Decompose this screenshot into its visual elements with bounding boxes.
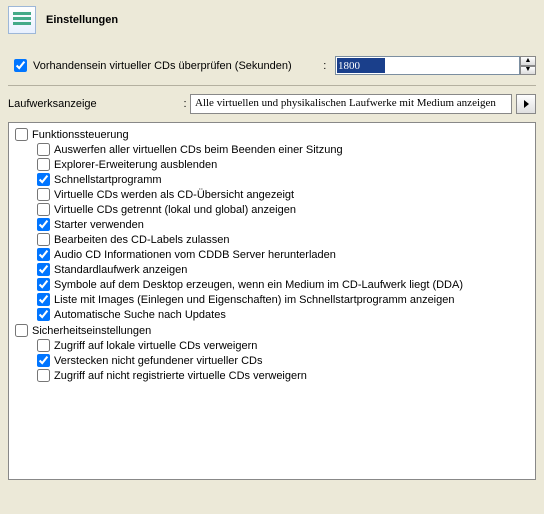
drive-display-combo[interactable]: Alle virtuellen und physikalischen Laufw… [190,94,512,114]
verify-row: Vorhandensein virtueller CDs überprüfen … [8,56,536,75]
tree-item[interactable]: Virtuelle CDs werden als CD-Übersicht an… [15,187,529,202]
item-checkbox[interactable] [37,263,50,276]
divider [8,85,536,86]
item-checkbox[interactable] [37,308,50,321]
item-checkbox[interactable] [37,248,50,261]
item-checkbox[interactable] [37,143,50,156]
tree-item[interactable]: Zugriff auf lokale virtuelle CDs verweig… [15,338,529,353]
drive-display-row: Laufwerksanzeige : Alle virtuellen und p… [8,94,536,114]
verify-seconds-input[interactable] [335,56,520,75]
tree-item[interactable]: Liste mit Images (Einlegen und Eigenscha… [15,292,529,307]
tree-item[interactable]: Audio CD Informationen vom CDDB Server h… [15,247,529,262]
drive-display-label: Laufwerksanzeige [8,98,180,110]
item-label: Standardlaufwerk anzeigen [54,264,187,276]
item-label: Zugriff auf nicht registrierte virtuelle… [54,370,307,382]
header: Einstellungen [8,6,536,34]
item-checkbox[interactable] [37,158,50,171]
tree-item[interactable]: Symbole auf dem Desktop erzeugen, wenn e… [15,277,529,292]
tree-item[interactable]: Explorer-Erweiterung ausblenden [15,157,529,172]
item-checkbox[interactable] [37,369,50,382]
settings-icon [8,6,36,34]
group-checkbox-sicherheitseinstellungen[interactable] [15,324,28,337]
tree-item[interactable]: Automatische Suche nach Updates [15,307,529,322]
arrow-right-icon [524,100,529,108]
item-label: Symbole auf dem Desktop erzeugen, wenn e… [54,279,463,291]
item-checkbox[interactable] [37,293,50,306]
colon: : [323,60,327,72]
item-checkbox[interactable] [37,233,50,246]
item-label: Verstecken nicht gefundener virtueller C… [54,355,263,367]
page-title: Einstellungen [46,14,118,26]
item-label: Automatische Suche nach Updates [54,309,226,321]
spin-down-button[interactable]: ▼ [520,66,536,76]
tree-item[interactable]: Schnellstartprogramm [15,172,529,187]
group-label: Funktionssteuerung [32,129,129,141]
tree-item[interactable]: Standardlaufwerk anzeigen [15,262,529,277]
tree-group-funktionssteuerung[interactable]: Funktionssteuerung [15,127,529,142]
item-label: Auswerfen aller virtuellen CDs beim Been… [54,144,343,156]
verify-label: Vorhandensein virtueller CDs überprüfen … [33,60,292,72]
item-label: Bearbeiten des CD-Labels zulassen [54,234,230,246]
tree-item[interactable]: Bearbeiten des CD-Labels zulassen [15,232,529,247]
item-checkbox[interactable] [37,339,50,352]
tree-group-sicherheitseinstellungen[interactable]: Sicherheitseinstellungen [15,323,529,338]
tree-item[interactable]: Starter verwenden [15,217,529,232]
tree-item[interactable]: Virtuelle CDs getrennt (lokal und global… [15,202,529,217]
item-checkbox[interactable] [37,188,50,201]
item-checkbox[interactable] [37,278,50,291]
item-label: Schnellstartprogramm [54,174,162,186]
item-label: Starter verwenden [54,219,144,231]
item-checkbox[interactable] [37,173,50,186]
item-checkbox[interactable] [37,218,50,231]
item-label: Virtuelle CDs werden als CD-Übersicht an… [54,189,294,201]
item-checkbox[interactable] [37,354,50,367]
tree-item[interactable]: Auswerfen aller virtuellen CDs beim Been… [15,142,529,157]
item-label: Zugriff auf lokale virtuelle CDs verweig… [54,340,257,352]
item-checkbox[interactable] [37,203,50,216]
item-label: Liste mit Images (Einlegen und Eigenscha… [54,294,454,306]
tree-item[interactable]: Verstecken nicht gefundener virtueller C… [15,353,529,368]
spin-up-button[interactable]: ▲ [520,56,536,66]
tree-item[interactable]: Zugriff auf nicht registrierte virtuelle… [15,368,529,383]
item-label: Virtuelle CDs getrennt (lokal und global… [54,204,296,216]
drive-display-dropdown-button[interactable] [516,94,536,114]
item-label: Explorer-Erweiterung ausblenden [54,159,217,171]
group-checkbox-funktionssteuerung[interactable] [15,128,28,141]
item-label: Audio CD Informationen vom CDDB Server h… [54,249,336,261]
verify-checkbox[interactable] [14,59,27,72]
options-tree: Funktionssteuerung Auswerfen aller virtue… [8,122,536,480]
group-label: Sicherheitseinstellungen [32,325,151,337]
